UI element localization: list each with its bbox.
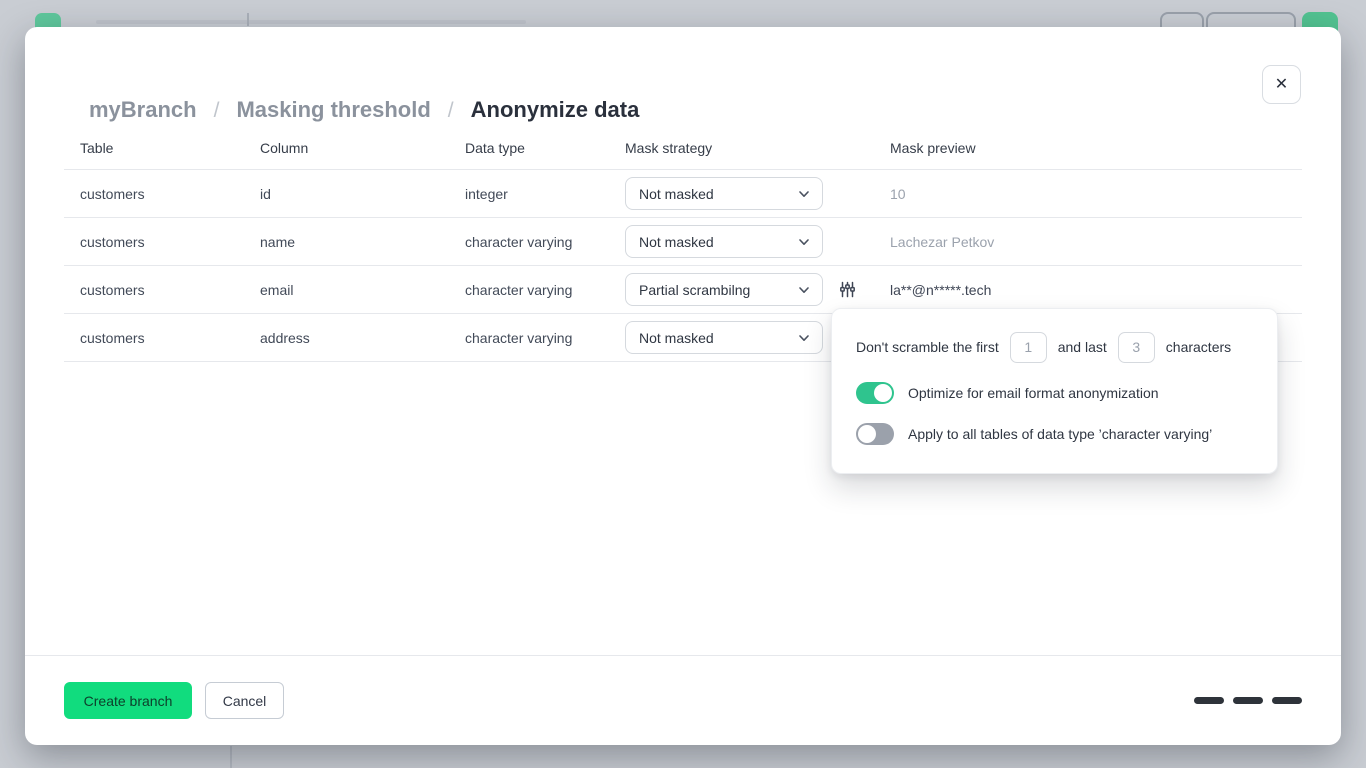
scramble-settings-popover: Don't scramble the first and last charac… xyxy=(831,308,1278,474)
breadcrumb-separator: / xyxy=(448,99,454,123)
table-row: customers id integer Not masked 10 xyxy=(64,170,1302,218)
scramble-text-middle: and last xyxy=(1058,339,1107,355)
col-header-mask-strategy: Mask strategy xyxy=(625,140,890,156)
close-icon: ✕ xyxy=(1275,76,1288,93)
cell-table: customers xyxy=(80,282,260,298)
chevron-down-icon xyxy=(797,331,811,345)
cell-table: customers xyxy=(80,330,260,346)
chevron-down-icon xyxy=(797,235,811,249)
mask-strategy-value: Not masked xyxy=(639,234,714,250)
breadcrumb-item-anonymize-data: Anonymize data xyxy=(471,97,640,123)
mask-preview-value: Lachezar Petkov xyxy=(890,234,1302,250)
mask-preview-value: la**@n*****.tech xyxy=(890,282,1302,298)
cell-column: address xyxy=(260,330,465,346)
backdrop-header-divider xyxy=(247,13,249,26)
scramble-range-row: Don't scramble the first and last charac… xyxy=(856,331,1253,363)
table-row: customers email character varying Partia… xyxy=(64,266,1302,314)
step-dash xyxy=(1194,697,1224,704)
scramble-text-suffix: characters xyxy=(1166,339,1231,355)
breadcrumb: myBranch / Masking threshold / Anonymize… xyxy=(89,97,639,123)
cell-column: name xyxy=(260,234,465,250)
sliders-icon xyxy=(838,280,857,299)
cell-data-type: character varying xyxy=(465,330,625,346)
cell-column: id xyxy=(260,186,465,202)
breadcrumb-separator: / xyxy=(214,99,220,123)
last-chars-input[interactable] xyxy=(1118,332,1155,363)
backdrop-sidebar-divider xyxy=(230,746,232,768)
backdrop-breadcrumb-placeholder xyxy=(96,20,526,24)
cell-data-type: character varying xyxy=(465,234,625,250)
scramble-settings-button[interactable] xyxy=(838,280,857,299)
anonymize-data-modal: myBranch / Masking threshold / Anonymize… xyxy=(25,27,1341,745)
modal-footer: Create branch Cancel xyxy=(25,655,1341,745)
toggle-knob xyxy=(874,384,892,402)
apply-all-tables-toggle[interactable] xyxy=(856,423,894,445)
mask-strategy-value: Partial scrambilng xyxy=(639,282,750,298)
mask-strategy-select[interactable]: Not masked xyxy=(625,225,823,258)
col-header-data-type: Data type xyxy=(465,140,625,156)
table-row: customers name character varying Not mas… xyxy=(64,218,1302,266)
cell-data-type: character varying xyxy=(465,282,625,298)
create-branch-button[interactable]: Create branch xyxy=(64,682,192,719)
cancel-button[interactable]: Cancel xyxy=(205,682,284,719)
scramble-text-prefix: Don't scramble the first xyxy=(856,339,999,355)
breadcrumb-item-masking-threshold[interactable]: Masking threshold xyxy=(236,97,430,123)
mask-strategy-select[interactable]: Not masked xyxy=(625,177,823,210)
breadcrumb-item-mybranch[interactable]: myBranch xyxy=(89,97,197,123)
col-header-column: Column xyxy=(260,140,465,156)
table-header-row: Table Column Data type Mask strategy Mas… xyxy=(64,127,1302,170)
mask-strategy-value: Not masked xyxy=(639,330,714,346)
mask-strategy-select[interactable]: Not masked xyxy=(625,321,823,354)
toggle-knob xyxy=(858,425,876,443)
mask-preview-value: 10 xyxy=(890,186,1302,202)
footer-step-dashes xyxy=(1194,697,1302,704)
apply-all-tables-row: Apply to all tables of data type ’charac… xyxy=(856,423,1253,445)
col-header-table: Table xyxy=(80,140,260,156)
step-dash xyxy=(1233,697,1263,704)
cell-table: customers xyxy=(80,234,260,250)
close-button[interactable]: ✕ xyxy=(1262,65,1301,104)
mask-strategy-value: Not masked xyxy=(639,186,714,202)
first-chars-input[interactable] xyxy=(1010,332,1047,363)
step-dash xyxy=(1272,697,1302,704)
mask-strategy-select[interactable]: Partial scrambilng xyxy=(625,273,823,306)
optimize-email-row: Optimize for email format anonymization xyxy=(856,382,1253,404)
optimize-email-label: Optimize for email format anonymization xyxy=(908,385,1159,401)
cell-column: email xyxy=(260,282,465,298)
chevron-down-icon xyxy=(797,187,811,201)
col-header-mask-preview: Mask preview xyxy=(890,140,1302,156)
cell-data-type: integer xyxy=(465,186,625,202)
apply-all-tables-label: Apply to all tables of data type ’charac… xyxy=(908,426,1212,442)
optimize-email-toggle[interactable] xyxy=(856,382,894,404)
chevron-down-icon xyxy=(797,283,811,297)
cell-table: customers xyxy=(80,186,260,202)
